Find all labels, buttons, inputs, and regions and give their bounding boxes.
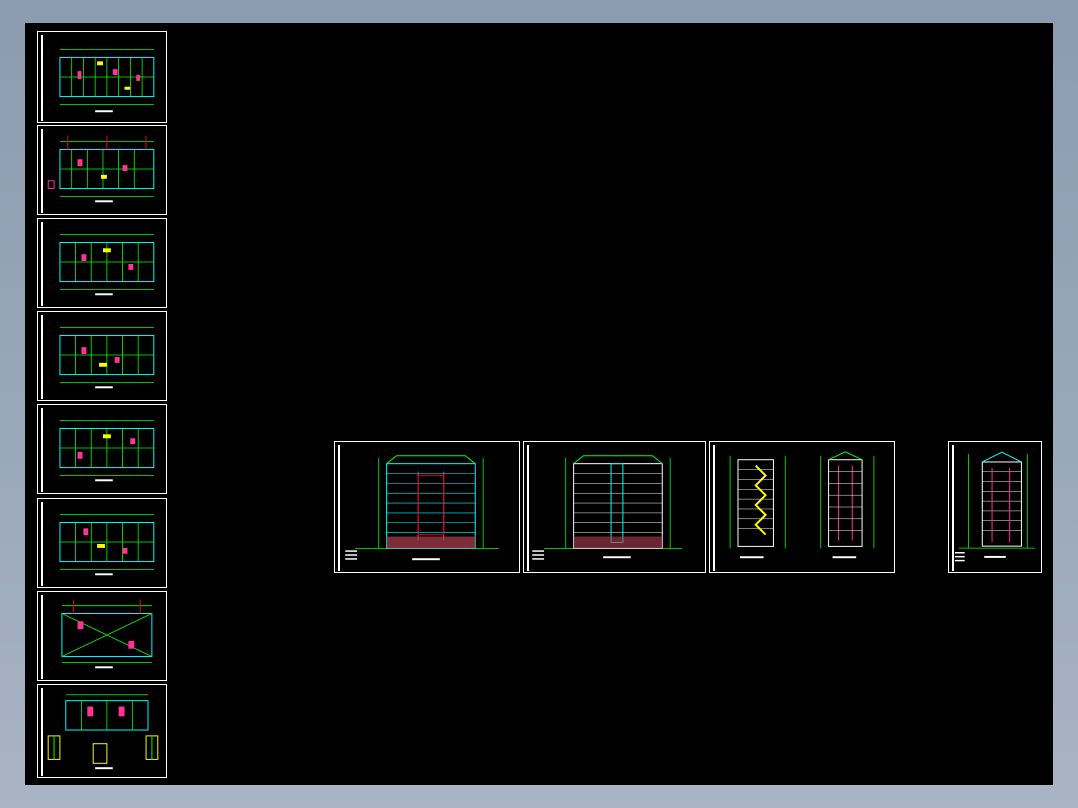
- floor-plan-sheet-2[interactable]: [37, 125, 167, 215]
- detail-plan-drawing: [47, 694, 159, 770]
- section-sheet[interactable]: [948, 441, 1042, 573]
- floor-plan-drawing: [59, 234, 155, 296]
- floor-plan-drawing: [47, 135, 155, 203]
- floor-plan-sheet-4[interactable]: [37, 311, 167, 401]
- rear-elevation-sheet[interactable]: [523, 441, 706, 573]
- roof-plan-sheet[interactable]: [37, 591, 167, 681]
- floor-plan-drawing: [59, 49, 155, 113]
- floor-plan-sheet-5[interactable]: [37, 404, 167, 494]
- floor-plan-sheet-3[interactable]: [37, 218, 167, 308]
- side-elevations-sheet[interactable]: [709, 441, 895, 573]
- floor-plan-drawing: [59, 420, 155, 482]
- detail-plan-sheet[interactable]: [37, 684, 167, 778]
- cad-model-space[interactable]: [25, 23, 1053, 785]
- side-elevations-drawing: [729, 451, 875, 559]
- roof-plan-drawing: [61, 599, 153, 669]
- front-elevation-drawing: [345, 455, 499, 561]
- floor-plan-sheet-1[interactable]: [37, 31, 167, 123]
- section-drawing: [954, 451, 1036, 562]
- floor-plan-drawing: [59, 327, 155, 389]
- floor-plan-sheet-6[interactable]: [37, 498, 167, 588]
- front-elevation-sheet[interactable]: [334, 441, 520, 573]
- rear-elevation-drawing: [532, 455, 682, 560]
- floor-plan-drawing: [59, 514, 155, 576]
